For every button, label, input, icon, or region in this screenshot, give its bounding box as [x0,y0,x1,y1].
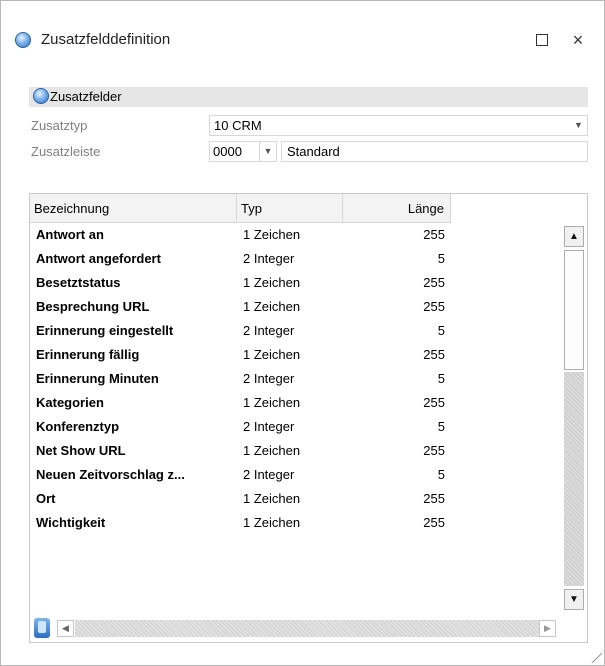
cell-typ: 1 Zeichen [243,395,301,410]
fields-grid: Bezeichnung Typ Länge Antwort an 1 Zeiche… [29,193,588,643]
column-header-bezeichnung[interactable]: Bezeichnung [30,194,237,223]
table-row[interactable]: Konferenztyp 2 Integer 5 [30,415,451,439]
cell-typ: 2 Integer [243,323,295,338]
cell-bezeichnung: Besprechung URL [36,299,150,314]
zusatzleiste-name: Standard [287,144,340,159]
section-title: Zusatzfelder [50,89,122,104]
cell-bezeichnung: Kategorien [36,395,104,410]
cell-bezeichnung: Ort [36,491,56,506]
resize-grip-icon[interactable] [584,645,602,663]
zusatzleiste-name-field[interactable]: Standard [281,141,588,162]
zusatztyp-row: Zusatztyp 10 CRM ▼ [29,115,588,136]
cell-typ: 1 Zeichen [243,347,301,362]
cell-bezeichnung: Antwort an [36,227,104,242]
cell-laenge: 5 [437,419,445,434]
cell-bezeichnung: Wichtigkeit [36,515,106,530]
section-header: Zusatzfelder [29,87,588,107]
zusatzleiste-label: Zusatzleiste [31,144,101,159]
horizontal-scrollbar-track[interactable] [75,620,539,637]
cell-bezeichnung: Konferenztyp [36,419,120,434]
table-row[interactable]: Kategorien 1 Zeichen 255 [30,391,451,415]
column-header-laenge[interactable]: Länge [343,194,451,223]
zusatztyp-select[interactable]: 10 CRM ▼ [209,115,588,136]
cell-laenge: 5 [437,467,445,482]
zusatzleiste-select[interactable]: 0000 ▼ [209,141,277,162]
table-row[interactable]: Besetztstatus 1 Zeichen 255 [30,271,451,295]
vertical-scrollbar[interactable]: ▲ ▼ [562,223,587,614]
cell-laenge: 255 [423,515,445,530]
cell-bezeichnung: Antwort angefordert [36,251,161,266]
zusatzleiste-code: 0000 [213,144,242,159]
grid-header: Bezeichnung Typ Länge [30,194,587,223]
scroll-left-button[interactable]: ◀ [57,620,74,637]
grid-rows: Antwort an 1 Zeichen 255 Antwort angeforde… [30,223,562,535]
cell-laenge: 255 [423,395,445,410]
cell-bezeichnung: Erinnerung fällig [36,347,140,362]
cell-laenge: 255 [423,275,445,290]
title-bar: Zusatzfelddefinition × [1,1,604,71]
table-row[interactable]: Erinnerung Minuten 2 Integer 5 [30,367,451,391]
cell-typ: 2 Integer [243,419,295,434]
cell-laenge: 255 [423,227,445,242]
cell-bezeichnung: Net Show URL [36,443,126,458]
chevron-down-icon[interactable]: ▼ [570,116,587,135]
zusatztyp-label: Zusatztyp [31,118,88,133]
cell-typ: 2 Integer [243,371,295,386]
maximize-button[interactable] [531,29,553,51]
cell-laenge: 255 [423,299,445,314]
maximize-icon [536,33,548,46]
cell-laenge: 255 [423,347,445,362]
cell-laenge: 5 [437,323,445,338]
scroll-up-button[interactable]: ▲ [564,226,584,247]
column-header-typ[interactable]: Typ [237,194,343,223]
table-row[interactable]: Antwort angefordert 2 Integer 5 [30,247,451,271]
cell-typ: 2 Integer [243,251,295,266]
zusatzleiste-row: Zusatzleiste 0000 ▼ Standard [29,141,588,162]
cell-typ: 1 Zeichen [243,275,301,290]
scroll-down-button[interactable]: ▼ [564,589,584,610]
window-title: Zusatzfelddefinition [41,31,171,48]
table-row[interactable]: Wichtigkeit 1 Zeichen 255 [30,511,451,535]
table-row[interactable]: Neuen Zeitvorschlag z... 2 Integer 5 [30,463,451,487]
cell-laenge: 255 [423,443,445,458]
chevron-down-icon[interactable]: ▼ [259,142,276,161]
cell-typ: 1 Zeichen [243,443,301,458]
cell-bezeichnung: Erinnerung eingestellt [36,323,174,338]
table-row[interactable]: Ort 1 Zeichen 255 [30,487,451,511]
cell-bezeichnung: Neuen Zeitvorschlag z... [36,467,185,482]
table-row[interactable]: Antwort an 1 Zeichen 255 [30,223,451,247]
cell-laenge: 5 [437,371,445,386]
cell-typ: 1 Zeichen [243,299,301,314]
database-icon[interactable] [34,618,50,638]
grid-footer: ◀ ▶ [30,614,587,642]
cell-laenge: 255 [423,491,445,506]
cell-typ: 1 Zeichen [243,515,301,530]
dialog-window: Zusatzfelddefinition × Zusatzfelder Zusa… [0,0,605,666]
scrollbar-thumb[interactable] [564,250,584,370]
cell-bezeichnung: Besetztstatus [36,275,121,290]
table-row[interactable]: Erinnerung fällig 1 Zeichen 255 [30,343,451,367]
table-row[interactable]: Besprechung URL 1 Zeichen 255 [30,295,451,319]
close-button[interactable]: × [567,29,589,51]
cell-laenge: 5 [437,251,445,266]
scroll-right-button[interactable]: ▶ [539,620,556,637]
scrollbar-track[interactable] [564,372,584,586]
cell-typ: 1 Zeichen [243,227,301,242]
table-row[interactable]: Net Show URL 1 Zeichen 255 [30,439,451,463]
globe-icon [15,32,31,48]
cell-typ: 1 Zeichen [243,491,301,506]
cell-typ: 2 Integer [243,467,295,482]
zusatztyp-value: 10 CRM [214,118,262,133]
table-row[interactable]: Erinnerung eingestellt 2 Integer 5 [30,319,451,343]
globe-icon [33,88,49,104]
cell-bezeichnung: Erinnerung Minuten [36,371,159,386]
